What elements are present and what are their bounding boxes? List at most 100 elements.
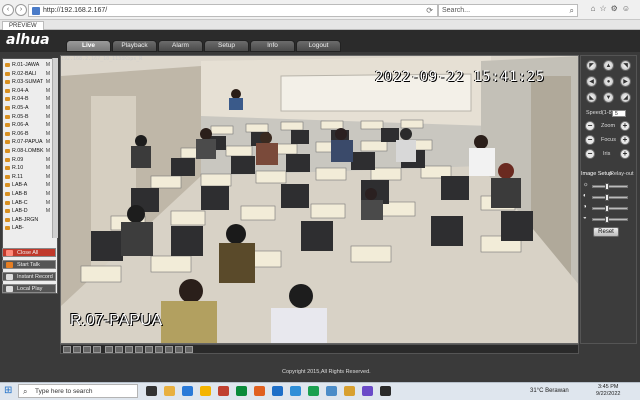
- channel-item[interactable]: R.07-PAPUA M: [3, 138, 53, 147]
- app-yellow-icon[interactable]: [344, 386, 355, 396]
- layout-9-icon[interactable]: [93, 346, 101, 353]
- tab-alarm[interactable]: Alarm: [158, 40, 203, 52]
- hue-slider[interactable]: [592, 218, 628, 221]
- snapshot-icon[interactable]: [145, 346, 153, 353]
- start-talk-button[interactable]: Start Talk: [2, 260, 56, 269]
- mail-icon[interactable]: [290, 386, 301, 396]
- ie-icon[interactable]: [272, 386, 283, 396]
- file-explorer-icon[interactable]: [164, 386, 175, 396]
- tab-info[interactable]: Info: [250, 40, 295, 52]
- excel-icon[interactable]: [308, 386, 319, 396]
- channel-item[interactable]: R.02-BALI M: [3, 70, 53, 79]
- iris-open-button[interactable]: +: [620, 149, 630, 159]
- firefox-icon[interactable]: [254, 386, 265, 396]
- iris-close-button[interactable]: −: [585, 149, 595, 159]
- saturation-slider[interactable]: [592, 207, 628, 210]
- instant-record-button[interactable]: Instant Record: [2, 272, 56, 281]
- channel-item[interactable]: R.04-B M: [3, 95, 53, 104]
- task-view-icon[interactable]: [146, 386, 157, 396]
- video-viewport[interactable]: [60, 55, 579, 344]
- image-setup-tab[interactable]: Image Setup: [581, 171, 612, 177]
- channel-item[interactable]: LAB-D M: [3, 207, 53, 216]
- ptz-down-right-icon[interactable]: ◢: [620, 92, 631, 103]
- channel-stream-mark[interactable]: M: [46, 181, 50, 190]
- ptz-center-icon[interactable]: ●: [603, 76, 614, 87]
- channel-item[interactable]: R.05-A M: [3, 104, 53, 113]
- reset-button[interactable]: Reset: [593, 227, 619, 237]
- channel-stream-mark[interactable]: M: [46, 104, 50, 113]
- relay-out-tab[interactable]: Relay-out: [610, 171, 634, 177]
- channel-stream-mark[interactable]: M: [46, 130, 50, 139]
- channel-stream-mark[interactable]: M: [46, 147, 50, 156]
- ptz-left-icon[interactable]: ◀: [586, 76, 597, 87]
- browser-tool-icons[interactable]: ⌂☆⚙☺: [591, 4, 634, 13]
- channel-item[interactable]: LAB-: [3, 224, 53, 233]
- record-toggle-icon[interactable]: [155, 346, 163, 353]
- channel-item[interactable]: R.08-LOMBK M: [3, 147, 53, 156]
- channel-item[interactable]: LAB-B M: [3, 190, 53, 199]
- edge-icon[interactable]: [182, 386, 193, 396]
- tab-setup[interactable]: Setup: [204, 40, 249, 52]
- search-icon[interactable]: ⌕: [570, 6, 574, 16]
- zoom-digital-icon[interactable]: [175, 346, 183, 353]
- layout-4-icon[interactable]: [73, 346, 81, 353]
- channel-stream-mark[interactable]: M: [46, 87, 50, 96]
- channel-stream-mark[interactable]: M: [46, 113, 50, 122]
- channel-item[interactable]: R.01-JAWA M: [3, 61, 53, 70]
- channel-stream-mark[interactable]: M: [46, 173, 50, 182]
- saturation-slider-knob[interactable]: [605, 205, 609, 212]
- channel-stream-mark[interactable]: M: [46, 70, 50, 79]
- channel-list-scrollbar[interactable]: [52, 58, 58, 238]
- taskbar-clock[interactable]: 3:45 PM 9/22/2022: [596, 384, 620, 398]
- channel-stream-mark[interactable]: M: [46, 156, 50, 165]
- channel-item[interactable]: R.04-A M: [3, 87, 53, 96]
- brightness-slider-knob[interactable]: [605, 183, 609, 190]
- channel-item[interactable]: R.09 M: [3, 156, 53, 165]
- channel-stream-mark[interactable]: M: [46, 95, 50, 104]
- channel-item[interactable]: R.11 M: [3, 173, 53, 182]
- channel-item[interactable]: R.03-SUMAT M: [3, 78, 53, 87]
- channel-stream-mark[interactable]: M: [46, 61, 50, 70]
- tab-playback[interactable]: Playback: [112, 40, 157, 52]
- zoom-out-button[interactable]: −: [585, 121, 595, 131]
- close-all-button[interactable]: Close All: [2, 248, 56, 257]
- contrast-slider[interactable]: [592, 196, 628, 199]
- contrast-slider-knob[interactable]: [605, 194, 609, 201]
- brightness-slider[interactable]: [592, 185, 628, 188]
- channel-item[interactable]: LAB-A M: [3, 181, 53, 190]
- focus-out-button[interactable]: −: [585, 135, 595, 145]
- zoom-in-button[interactable]: +: [620, 121, 630, 131]
- channel-item[interactable]: LAB-C M: [3, 199, 53, 208]
- chrome-icon[interactable]: [200, 386, 211, 396]
- tab-live[interactable]: Live: [66, 40, 111, 52]
- layout-25-icon[interactable]: [115, 346, 123, 353]
- layout-8-icon[interactable]: [83, 346, 91, 353]
- browser-search-input[interactable]: Search... ⌕: [438, 4, 578, 17]
- ptz-down-icon[interactable]: ▼: [603, 92, 614, 103]
- ptz-right-icon[interactable]: ▶: [620, 76, 631, 87]
- ptz-up-icon[interactable]: ▲: [603, 60, 614, 71]
- layout-custom-icon[interactable]: [135, 346, 143, 353]
- app-dark-icon[interactable]: [380, 386, 391, 396]
- browser-tab[interactable]: PREVIEW: [2, 21, 44, 30]
- app-red-icon[interactable]: [218, 386, 229, 396]
- teams-icon[interactable]: [362, 386, 373, 396]
- refresh-icon[interactable]: ⟳: [426, 6, 433, 15]
- layout-16-icon[interactable]: [105, 346, 113, 353]
- fullscreen-icon[interactable]: [185, 346, 193, 353]
- back-icon[interactable]: ‹: [2, 4, 14, 16]
- ptz-down-left-icon[interactable]: ◣: [586, 92, 597, 103]
- channel-item[interactable]: R.05-B M: [3, 113, 53, 122]
- layout-1-icon[interactable]: [63, 346, 71, 353]
- forward-icon[interactable]: ›: [15, 4, 27, 16]
- channel-item[interactable]: R.06-A M: [3, 121, 53, 130]
- audio-icon[interactable]: [165, 346, 173, 353]
- ptz-up-left-icon[interactable]: ◤: [586, 60, 597, 71]
- focus-in-button[interactable]: +: [620, 135, 630, 145]
- channel-stream-mark[interactable]: M: [46, 199, 50, 208]
- ptz-up-right-icon[interactable]: ◥: [620, 60, 631, 71]
- local-play-button[interactable]: Local Play: [2, 284, 56, 293]
- channel-stream-mark[interactable]: M: [46, 121, 50, 130]
- app-green-icon[interactable]: [236, 386, 247, 396]
- channel-stream-mark[interactable]: M: [46, 138, 50, 147]
